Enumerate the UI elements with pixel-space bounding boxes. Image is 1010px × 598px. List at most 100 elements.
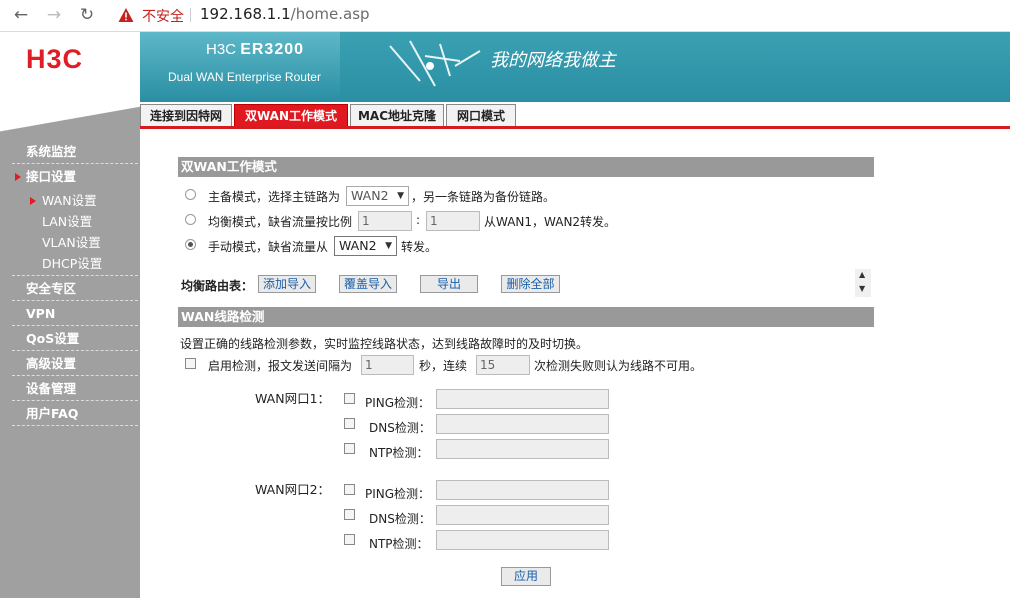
tab-underline	[140, 126, 1010, 129]
wan2-dns-label: DNS检测：	[369, 512, 431, 526]
reload-icon[interactable]: ↻	[76, 4, 98, 26]
model-prefix: H3C	[206, 41, 237, 58]
sidebar-item-monitor[interactable]: 系统监控	[12, 140, 138, 164]
forward-icon[interactable]: →	[43, 4, 65, 26]
wan2-ping-input[interactable]	[436, 480, 609, 500]
url-path: /home.asp	[290, 5, 370, 23]
mode1-suffix: ，另一条链路为备份链路。	[411, 190, 556, 204]
delete-all-button[interactable]: 删除全部	[501, 275, 560, 293]
add-import-button[interactable]: 添加导入	[258, 275, 316, 293]
tab-bar: 连接到因特网 双WAN工作模式 MAC地址克隆 网口模式	[140, 104, 1010, 128]
wan1-ping-label: PING检测：	[365, 396, 431, 410]
slogan: 我的网络我做主	[490, 50, 616, 71]
sidebar-item-label: 用户FAQ	[26, 406, 79, 421]
tab-port-mode[interactable]: 网口模式	[446, 104, 516, 128]
interval-input[interactable]: 1	[361, 355, 414, 375]
mode3-suffix: 转发。	[401, 240, 438, 254]
sidebar-item-label: QoS设置	[26, 331, 80, 346]
insecure-label[interactable]: 不安全	[142, 6, 184, 26]
wan2-ping-checkbox[interactable]	[344, 484, 355, 495]
export-button[interactable]: 导出	[420, 275, 478, 293]
detect-section-title: WAN线路检测	[178, 307, 874, 327]
wan1-dns-label: DNS检测：	[369, 421, 431, 435]
sidebar-subitem-label: WAN设置	[42, 193, 97, 208]
enable-detect-checkbox[interactable]	[185, 358, 196, 369]
tab-mac-clone[interactable]: MAC地址克隆	[350, 104, 444, 128]
back-icon[interactable]: ←	[10, 4, 32, 26]
wan1-ntp-checkbox[interactable]	[344, 443, 355, 454]
fail-count-input[interactable]: 15	[476, 355, 530, 375]
wan1-ntp-label: NTP检测：	[369, 446, 429, 460]
sidebar-item-label: 高级设置	[26, 356, 77, 371]
sidebar-subitem-wan[interactable]: WAN设置	[12, 190, 138, 211]
sidebar-item-security[interactable]: 安全专区	[12, 277, 138, 301]
url-host: 192.168.1.1	[200, 5, 291, 23]
sidebar-item-qos[interactable]: QoS设置	[12, 327, 138, 351]
sidebar-subitem-dhcp[interactable]: DHCP设置	[12, 253, 138, 274]
sidebar-subitem-lan[interactable]: LAN设置	[12, 211, 138, 232]
address-bar[interactable]: 192.168.1.1/home.asp	[200, 5, 370, 23]
wan2-ntp-input[interactable]	[436, 530, 609, 550]
primary-link-value: WAN2	[351, 188, 389, 203]
wan2-ntp-label: NTP检测：	[369, 537, 429, 551]
mode3-label: 手动模式，缺省流量从	[208, 240, 329, 254]
sidebar-item-vpn[interactable]: VPN	[12, 302, 138, 326]
tab-dual-wan[interactable]: 双WAN工作模式	[234, 104, 348, 128]
wan1-dns-input[interactable]	[436, 414, 609, 434]
wan1-ping-checkbox[interactable]	[344, 393, 355, 404]
logo-wedge	[0, 102, 140, 142]
cover-import-button[interactable]: 覆盖导入	[339, 275, 397, 293]
route-table-scrollbar[interactable]: ▲ ▼	[855, 269, 871, 297]
apply-button[interactable]: 应用	[501, 567, 551, 586]
manual-link-select[interactable]: WAN2 ▼	[334, 236, 397, 256]
mode2-label: 均衡模式，缺省流量按比例	[208, 215, 353, 229]
sidebar-item-label: 接口设置	[26, 169, 77, 184]
model-title: H3C ER3200	[206, 41, 304, 59]
warning-icon[interactable]	[118, 7, 134, 23]
logo-area: H3C	[0, 32, 140, 102]
sidebar-item-device[interactable]: 设备管理	[12, 377, 138, 401]
sidebar-subitem-label: DHCP设置	[42, 256, 103, 271]
ratio-wan2-input[interactable]: 1	[426, 211, 480, 231]
fail-count-suffix: 次检测失败则认为线路不可用。	[534, 359, 703, 373]
active-arrow-icon	[15, 173, 21, 181]
scroll-down-icon[interactable]: ▼	[859, 284, 865, 293]
banner-brand: H3C ER3200 Dual WAN Enterprise Router	[140, 32, 340, 102]
model-subtitle: Dual WAN Enterprise Router	[168, 70, 321, 84]
wan1-ntp-input[interactable]	[436, 439, 609, 459]
sidebar-submenu: WAN设置 LAN设置 VLAN设置 DHCP设置	[12, 190, 138, 276]
wan1-ping-input[interactable]	[436, 389, 609, 409]
enable-detect-label: 启用检测，报文发送间隔为	[208, 359, 353, 373]
sidebar: H3C 系统监控 接口设置 WAN设置 LAN设置 VLAN设置 DHCP设置 …	[0, 32, 140, 598]
sidebar-subitem-vlan[interactable]: VLAN设置	[12, 232, 138, 253]
wan2-dns-input[interactable]	[436, 505, 609, 525]
sidebar-item-advanced[interactable]: 高级设置	[12, 352, 138, 376]
address-divider	[190, 8, 191, 22]
header-banner: H3C ER3200 Dual WAN Enterprise Router 我的…	[140, 32, 1010, 102]
sidebar-menu: 系统监控 接口设置 WAN设置 LAN设置 VLAN设置 DHCP设置 安全专区…	[12, 140, 138, 427]
mode-manual-radio[interactable]	[185, 239, 196, 250]
sidebar-item-label: 设备管理	[26, 381, 77, 396]
sidebar-item-faq[interactable]: 用户FAQ	[12, 402, 138, 426]
sidebar-item-interface[interactable]: 接口设置	[12, 165, 138, 189]
mode-balance-radio[interactable]	[185, 214, 196, 225]
wan2-dns-checkbox[interactable]	[344, 509, 355, 520]
wan2-label: WAN网口2：	[255, 482, 331, 497]
h3c-logo: H3C	[26, 44, 84, 74]
manual-link-value: WAN2	[339, 238, 377, 253]
wan2-ntp-checkbox[interactable]	[344, 534, 355, 545]
interval-suffix: 秒，连续	[419, 359, 468, 373]
tab-internet[interactable]: 连接到因特网	[140, 104, 232, 128]
dualwan-section-title: 双WAN工作模式	[178, 157, 874, 177]
mode1-label: 主备模式，选择主链路为	[208, 190, 341, 204]
sidebar-subitem-label: LAN设置	[42, 214, 93, 229]
sidebar-item-label: VPN	[26, 306, 56, 321]
sidebar-item-label: 系统监控	[26, 144, 77, 159]
primary-link-select[interactable]: WAN2 ▼	[346, 186, 409, 206]
sidebar-subitem-label: VLAN设置	[42, 235, 101, 250]
mode-primary-backup-radio[interactable]	[185, 189, 196, 200]
scroll-up-icon[interactable]: ▲	[859, 270, 865, 279]
ratio-wan1-input[interactable]: 1	[358, 211, 412, 231]
browser-toolbar: ← → ↻ 不安全 192.168.1.1/home.asp	[0, 0, 1010, 32]
wan1-dns-checkbox[interactable]	[344, 418, 355, 429]
